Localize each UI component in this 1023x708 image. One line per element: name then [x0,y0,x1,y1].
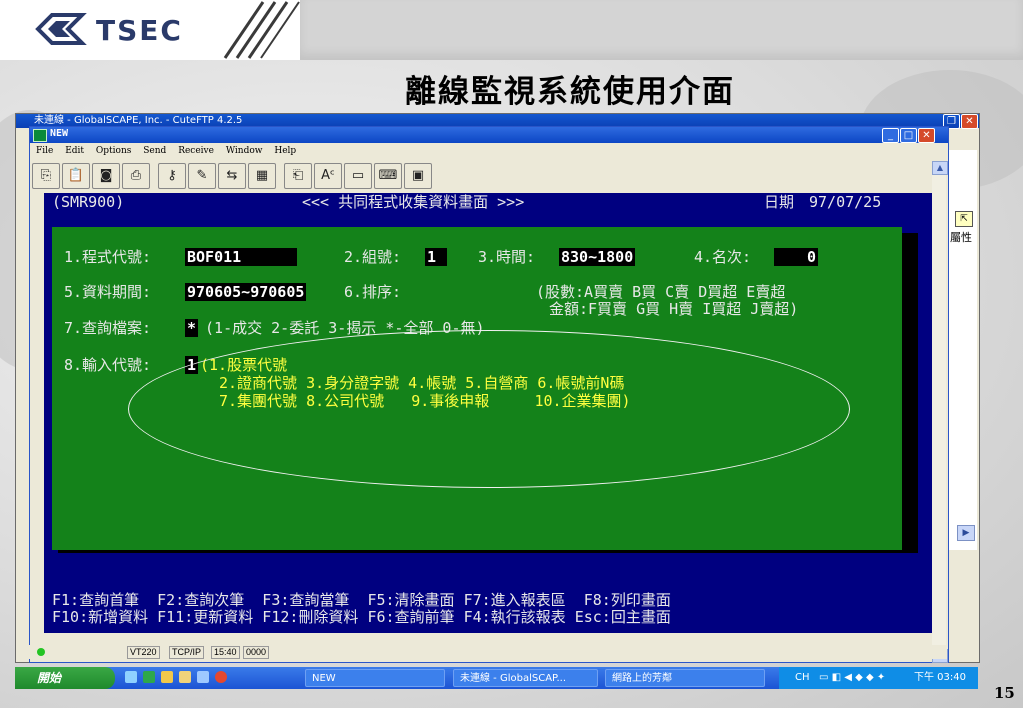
printer2-icon[interactable]: ▭ [344,163,372,189]
start-button[interactable]: 開始 [15,667,115,689]
scroll-up-icon[interactable]: ▲ [932,161,948,175]
sort-hint-amount: 金額:F買賣 G買 H賣 I買超 J賣超) [549,300,799,318]
properties-icon[interactable]: ⇱ [955,211,973,227]
back-window-title: 未連線 - GlobalSCAPE, Inc. - CuteFTP 4.2.5 [34,115,243,126]
group-label: 2.組號: [344,248,402,266]
group-field[interactable]: 1 [425,248,447,266]
status-bar: VT220 TCP/IP 15:40 0000 [29,645,947,659]
connection-status-icon [37,648,45,656]
key-icon[interactable]: ⚷ [158,163,186,189]
brand-name: TSEC [96,14,183,47]
logo-icon [35,13,87,45]
clock: 下午 03:40 [914,672,966,683]
sort-label: 6.排序: [344,283,402,301]
back-close-icon[interactable]: ✕ [961,114,978,129]
time-label: 3.時間: [478,248,536,266]
spell-icon[interactable]: Aᶜ [314,163,342,189]
app-icon [33,129,47,142]
page-number: 15 [994,684,1015,702]
rank-field[interactable]: 0 [774,248,818,266]
indicators: 0000 [243,646,270,659]
program-code-field[interactable]: BOF011 [185,248,297,266]
menu-help[interactable]: Help [274,146,296,156]
window-title: NEW [50,128,69,139]
taskbar-item-network[interactable]: 網路上的芳鄰 [605,669,765,687]
rank-label: 4.名次: [694,248,752,266]
brand-logo: TSEC [30,12,190,47]
menu-send[interactable]: Send [143,146,166,156]
terminal-header: (SMR900) <<< 共同程式收集資料畫面 >>> 日期 97/07/25 [44,193,932,211]
query-file-label: 7.查詢檔案: [64,319,152,337]
properties-label[interactable]: 屬性 [950,229,972,245]
session-time: 15:40 [211,646,240,659]
paste-icon[interactable]: 📋 [62,163,90,189]
mail-icon[interactable] [179,671,191,683]
browser-icon[interactable] [197,671,209,683]
maximize-icon[interactable]: □ [900,128,917,143]
close-icon[interactable]: ✕ [918,128,935,143]
window-titlebar[interactable]: NEW _ □ ✕ [30,127,948,143]
grid-icon[interactable]: ▦ [248,163,276,189]
period-label: 5.資料期間: [64,283,152,301]
time-field[interactable]: 830~1800 [559,248,636,266]
menu-bar: File Edit Options Send Receive Window He… [30,146,299,162]
minimize-icon[interactable]: _ [882,128,899,143]
image-icon[interactable]: ▣ [404,163,432,189]
sort-hint-shares: (股數:A買賣 B買 C賣 D買超 E賣超 [536,283,786,301]
function-keys-row2: F10:新增資料 F11:更新資料 F12:刪除資料 F6:查詢前筆 F4:執行… [52,608,671,626]
input-code-label: 8.輸入代號: [64,356,152,374]
terminal-type: VT220 [127,646,160,659]
keyboard-icon[interactable]: ⌨ [374,163,402,189]
header-band [300,0,1023,60]
scroll-right-icon[interactable]: ▶ [957,525,975,541]
transfer-icon[interactable]: ⇆ [218,163,246,189]
print-icon[interactable]: ⎙ [122,163,150,189]
taskbar-item-new[interactable]: NEW [305,669,445,687]
system-tray: CH ▭ ◧ ◀ ◆ ◆ ✦ 下午 03:40 [779,667,978,689]
slash-decoration [223,1,300,59]
slide-title: 離線監視系統使用介面 [405,74,735,110]
vertical-scrollbar[interactable]: ▲ ▼ [932,161,948,663]
menu-receive[interactable]: Receive [178,146,214,156]
menu-edit[interactable]: Edit [65,146,84,156]
tray-icons[interactable]: ▭ ◧ ◀ ◆ ◆ ✦ [819,667,885,689]
protocol: TCP/IP [169,646,205,659]
screen-title: <<< 共同程式收集資料畫面 >>> [302,193,525,211]
menu-options[interactable]: Options [96,146,131,156]
pen-icon[interactable]: ✎ [188,163,216,189]
date-value: 97/07/25 [809,193,882,211]
program-id: (SMR900) [52,193,125,211]
taskbar-item-cuteftp[interactable]: 未連線 - GlobalSCAP... [453,669,598,687]
function-keys-row1: F1:查詢首筆 F2:查詢次筆 F3:查詢當筆 F5:清除畫面 F7:進入報表區… [52,591,671,609]
folder-icon[interactable] [161,671,173,683]
ie-icon[interactable] [125,671,137,683]
highlight-ellipse [128,330,850,488]
taskbar: 開始 NEW 未連線 - GlobalSCAP... 網路上的芳鄰 CH ▭ ◧… [15,667,978,689]
desktop-icon[interactable] [143,671,155,683]
language-indicator[interactable]: CH [795,667,810,689]
camera-icon[interactable]: ◙ [92,163,120,189]
copy-icon[interactable]: ⎘ [32,163,60,189]
date-label: 日期 [764,193,795,211]
capture-icon[interactable]: ⎗ [284,163,312,189]
media-icon[interactable] [215,671,227,683]
menu-window[interactable]: Window [226,146,263,156]
menu-file[interactable]: File [36,146,53,156]
period-field[interactable]: 970605~970605 [185,283,307,301]
program-code-label: 1.程式代號: [64,248,152,266]
toolbar: ⎘ 📋 ◙ ⎙ ⚷ ✎ ⇆ ▦ ⎗ Aᶜ ▭ ⌨ ▣ [32,163,632,189]
